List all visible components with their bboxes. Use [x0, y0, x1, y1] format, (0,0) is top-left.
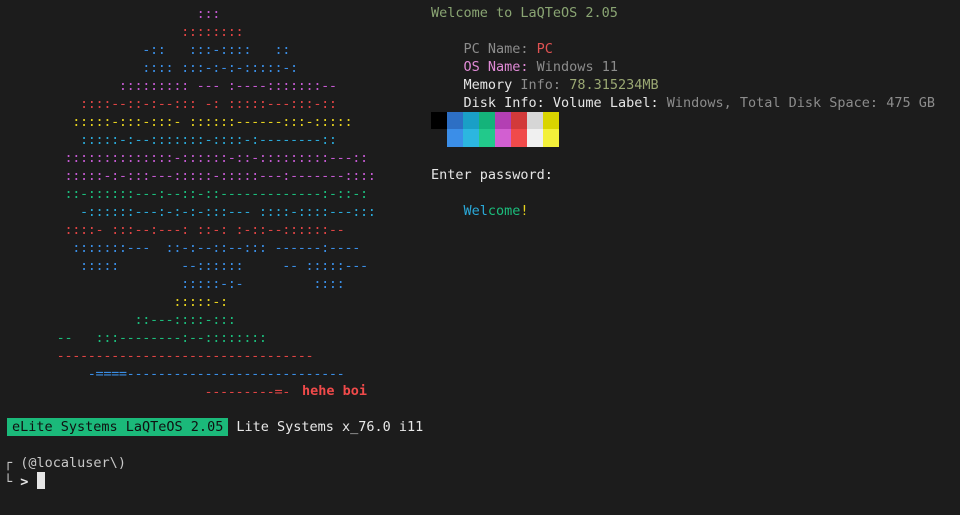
- ascii-art-line: :::::-:: [10, 294, 228, 310]
- palette-swatch: [463, 112, 479, 129]
- ascii-art-line: ::::::::: --- :----:::::::--: [10, 78, 337, 94]
- ascii-art-line: ::::--::-:--::: -: :::::---:::-::: [10, 96, 337, 112]
- enter-password-line: Enter password:: [431, 167, 553, 183]
- system-version-text: Lite Systems x_76.0 i11: [236, 419, 424, 435]
- ascii-art-line: -:: :::-:::: ::: [10, 42, 290, 58]
- welcome-part-1: Wel: [463, 203, 488, 219]
- palette-swatch: [511, 129, 527, 147]
- prompt-input-line[interactable]: └ >: [4, 472, 45, 490]
- welcome-line: Welcome to LaQTeOS 2.05: [431, 5, 618, 21]
- ascii-art-line: :::::-:--:::::::-::::-:--------::: [10, 132, 337, 148]
- ascii-art-line: ::---::::-:::: [10, 312, 236, 328]
- palette-swatch: [479, 129, 495, 147]
- disk-label-key: Volume Label:: [552, 95, 667, 111]
- os-badge: eLite Systems LaQTeOS 2.05: [7, 418, 229, 436]
- palette-swatch: [527, 112, 543, 129]
- text-cursor[interactable]: [36, 472, 45, 489]
- prompt-corner-bottom: └: [4, 474, 13, 490]
- ascii-art-line: :::::::--- ::-:--::--::: ------:----: [10, 240, 360, 256]
- prompt-user: (@localuser\): [20, 455, 126, 471]
- palette-swatch: [479, 112, 495, 129]
- ascii-art-line: :::: [10, 6, 221, 22]
- ascii-art-line: :::::-:::-:::- ::::::------:::-:::::: [10, 114, 353, 130]
- color-palette: [431, 112, 559, 147]
- palette-swatch: [543, 112, 559, 129]
- prompt-user-line: ┌ (@localuser\): [4, 455, 126, 471]
- palette-swatch: [527, 129, 543, 147]
- ascii-art-line: ::::::::: [10, 24, 244, 40]
- palette-swatch: [431, 112, 447, 129]
- ascii-art-line: ::::: --:::::: -- :::::---: [10, 258, 368, 274]
- ascii-art-line: -- :::--------:--::::::::: [10, 330, 267, 346]
- palette-swatch: [495, 129, 511, 147]
- ascii-art-line: :::::-:-:::---:::::-:::::---:-------::::: [10, 168, 376, 184]
- ascii-art-line: ---------------------------------: [10, 348, 314, 364]
- disk-total-value: 475 GB: [886, 95, 935, 111]
- ascii-art-line: ::::::::::::::-::::::-::-:::::::::---::: [10, 150, 368, 166]
- palette-swatch: [447, 112, 463, 129]
- palette-swatch: [543, 129, 559, 147]
- welcome-part-2: come: [487, 203, 521, 219]
- prompt-corner-top: ┌: [4, 455, 13, 471]
- terminal-window[interactable]: ::: :::::::: -:: :::-:::: :: :::: :::-:-…: [0, 0, 960, 515]
- welcome-part-3: !: [520, 203, 529, 219]
- ascii-art-line: -::::::---:-:-:-:::--- ::::-::::---:::: [10, 204, 376, 220]
- art-caption: hehe boi: [302, 383, 368, 399]
- palette-swatch: [431, 129, 447, 147]
- palette-swatch: [495, 112, 511, 129]
- prompt-symbol: >: [20, 474, 29, 490]
- palette-swatch: [447, 129, 463, 147]
- disk-total-key: Total Disk Space:: [739, 95, 887, 111]
- disk-key: Disk Info:: [463, 95, 553, 111]
- disk-separator: ,: [723, 95, 740, 111]
- welcome-message: Welcome!: [431, 184, 529, 238]
- ascii-art-line: :::: :::-:-:-:::::-:: [10, 60, 298, 76]
- disk-label-value: Windows: [666, 95, 724, 111]
- ascii-art-line: ::-::::::---:--::-::-------------:-::-:: [10, 186, 368, 202]
- ascii-art-line: :::::-:- ::::: [10, 276, 345, 292]
- ascii-art-line: -====----------------------------: [10, 366, 345, 382]
- status-bar: eLite Systems LaQTeOS 2.05 Lite Systems x…: [7, 418, 423, 436]
- ascii-art-line: ---------=-: [10, 384, 290, 400]
- palette-swatch: [463, 129, 479, 147]
- ascii-art-line: ::::- :::--:---: ::-: :-::--::::::--: [10, 222, 345, 238]
- palette-swatch: [511, 112, 527, 129]
